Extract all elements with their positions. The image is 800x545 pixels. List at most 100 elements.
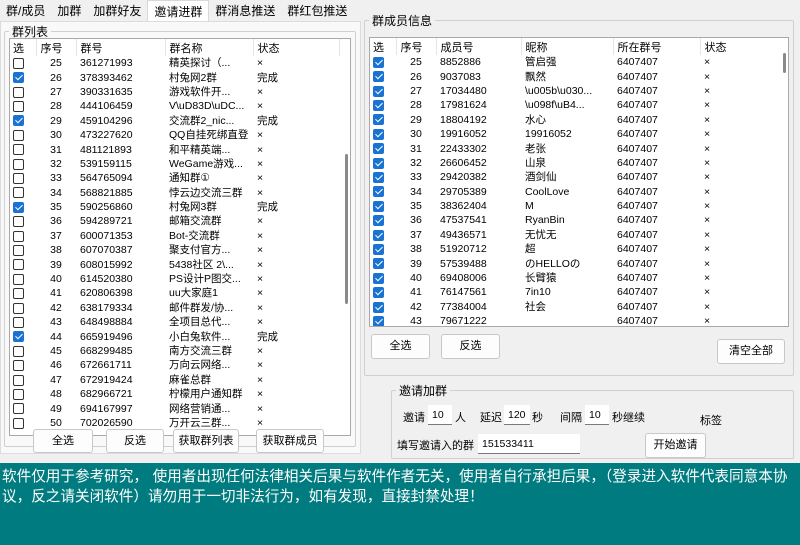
row-checkbox[interactable]: [373, 186, 384, 198]
clear-all-button[interactable]: 清空全部: [717, 339, 785, 364]
row-checkbox[interactable]: [373, 287, 384, 299]
table-row[interactable]: 30 473227620 QQ自挂死绑直登 ×: [10, 128, 339, 142]
row-checkbox[interactable]: [13, 187, 24, 199]
table-row[interactable]: 30 19916052 19916052 6407407 ×: [370, 127, 780, 141]
table-row[interactable]: 26 378393462 村兔网2群 完成: [10, 70, 339, 84]
table-row[interactable]: 48 682966721 柠檬用户通知群 ×: [10, 387, 339, 401]
row-checkbox[interactable]: [13, 374, 24, 386]
table-row[interactable]: 37 49436571 无忧无 6407407 ×: [370, 228, 780, 242]
table-row[interactable]: 27 17034480 \u005b\u030... 6407407 ×: [370, 84, 780, 98]
table-row[interactable]: 25 8852886 管启强 6407407 ×: [370, 55, 780, 69]
group-list-view[interactable]: 选序号 群号 群名称 状态 25 361271993 精英探讨（... × 26 3783934…: [9, 38, 351, 436]
row-checkbox[interactable]: [13, 302, 24, 314]
member-list-view[interactable]: 选序号 成员号 昵称 所在群号 状态 25 8852886 管启强 6407407 × 26 903…: [369, 37, 789, 327]
table-row[interactable]: 41 76147561 7in10 6407407 ×: [370, 285, 780, 299]
interval-input[interactable]: 10: [585, 405, 609, 425]
table-row[interactable]: 46 672661711 万向云网络... ×: [10, 358, 339, 372]
row-checkbox[interactable]: [13, 57, 24, 69]
table-row[interactable]: 31 481121893 和平精英端... ×: [10, 142, 339, 156]
table-row[interactable]: 50 702026590 万开云三群... ×: [10, 416, 339, 430]
invite-count-input[interactable]: 10: [428, 405, 452, 425]
row-checkbox[interactable]: [373, 243, 384, 255]
group_list-column-header[interactable]: 选: [10, 39, 37, 56]
member-list-scroll-thumb[interactable]: [783, 53, 786, 73]
group_list-column-header[interactable]: 群名称: [165, 39, 254, 56]
tab-2[interactable]: 加群好友: [87, 0, 147, 22]
table-row[interactable]: 36 47537541 RyanBin 6407407 ×: [370, 213, 780, 227]
member_list-column-header[interactable]: 成员号: [436, 38, 522, 55]
table-row[interactable]: 29 18804192 水心 6407407 ×: [370, 113, 780, 127]
table-row[interactable]: 27 390331635 游戏软件开... ×: [10, 85, 339, 99]
member_list-column-header[interactable]: 选: [370, 38, 397, 55]
row-checkbox[interactable]: [13, 388, 24, 400]
table-row[interactable]: 35 590256860 村兔网3群 完成: [10, 200, 339, 214]
row-checkbox[interactable]: [373, 272, 384, 284]
row-checkbox[interactable]: [373, 200, 384, 212]
row-checkbox[interactable]: [373, 85, 384, 97]
row-checkbox[interactable]: [373, 157, 384, 169]
row-checkbox[interactable]: [373, 100, 384, 112]
row-checkbox[interactable]: [13, 144, 24, 156]
row-checkbox[interactable]: [13, 273, 24, 285]
table-row[interactable]: 36 594289721 邮箱交流群 ×: [10, 214, 339, 228]
row-checkbox[interactable]: [13, 417, 24, 429]
member_list-column-header[interactable]: 昵称: [521, 38, 614, 55]
row-checkbox[interactable]: [13, 216, 24, 228]
table-row[interactable]: 28 444106459 V\uD83D\uDC... ×: [10, 99, 339, 113]
table-row[interactable]: 43 648498884 全项目总代... ×: [10, 315, 339, 329]
get-group-list-button[interactable]: 获取群列表: [173, 429, 239, 453]
row-checkbox[interactable]: [13, 331, 24, 343]
table-row[interactable]: 45 668299485 南方交流三群 ×: [10, 344, 339, 358]
group_list-column-header[interactable]: 序号: [36, 39, 77, 56]
row-checkbox[interactable]: [13, 288, 24, 300]
row-checkbox[interactable]: [13, 173, 24, 185]
tab-0[interactable]: 群/成员: [0, 0, 51, 22]
table-row[interactable]: 40 69408006 长臂猿 6407407 ×: [370, 271, 780, 285]
group_list-column-header[interactable]: 状态: [253, 39, 340, 56]
table-row[interactable]: 34 568821885 悖云边交流三群 ×: [10, 186, 339, 200]
row-checkbox[interactable]: [373, 315, 384, 326]
table-row[interactable]: 28 17981624 \u098f\uB4... 6407407 ×: [370, 98, 780, 112]
table-row[interactable]: 25 361271993 精英探讨（... ×: [10, 56, 339, 70]
row-checkbox[interactable]: [373, 301, 384, 313]
table-row[interactable]: 42 77384004 社会 6407407 ×: [370, 300, 780, 314]
member_list-column-header[interactable]: 状态: [700, 38, 781, 55]
group-list-scrollbar[interactable]: [341, 39, 350, 435]
member-list-scrollbar[interactable]: [779, 38, 788, 326]
start-invite-button[interactable]: 开始邀请: [645, 433, 706, 458]
table-row[interactable]: 26 9037083 飘然 6407407 ×: [370, 69, 780, 83]
row-checkbox[interactable]: [373, 114, 384, 126]
table-row[interactable]: 31 22433302 老张 6407407 ×: [370, 141, 780, 155]
row-checkbox[interactable]: [13, 115, 24, 127]
table-row[interactable]: 44 665919496 小白兔软件... 完成: [10, 329, 339, 343]
tab-4[interactable]: 群消息推送: [209, 0, 281, 22]
row-checkbox[interactable]: [13, 345, 24, 357]
table-row[interactable]: 32 539159115 WeGame游戏... ×: [10, 157, 339, 171]
row-checkbox[interactable]: [373, 71, 384, 83]
row-checkbox[interactable]: [13, 230, 24, 242]
table-row[interactable]: 29 459104296 交流群2_nic... 完成: [10, 114, 339, 128]
table-row[interactable]: 39 608015992 5438社区 2\... ×: [10, 257, 339, 271]
member_list-column-header[interactable]: 序号: [396, 38, 437, 55]
group_list-column-header[interactable]: 群号: [76, 39, 166, 56]
table-row[interactable]: 41 620806398 uu大家庭1 ×: [10, 286, 339, 300]
row-checkbox[interactable]: [13, 316, 24, 328]
row-checkbox[interactable]: [373, 215, 384, 227]
row-checkbox[interactable]: [373, 172, 384, 184]
tab-1[interactable]: 加群: [51, 0, 87, 22]
table-row[interactable]: 37 600071353 Bot-交流群 ×: [10, 229, 339, 243]
table-row[interactable]: 33 564765094 通知群① ×: [10, 171, 339, 185]
member_list-column-header[interactable]: 所在群号: [613, 38, 701, 55]
row-checkbox[interactable]: [13, 201, 24, 213]
row-checkbox[interactable]: [13, 403, 24, 415]
row-checkbox[interactable]: [373, 56, 384, 68]
table-row[interactable]: 35 38362404 M 6407407 ×: [370, 199, 780, 213]
row-checkbox[interactable]: [373, 229, 384, 241]
table-row[interactable]: 32 26606452 山泉 6407407 ×: [370, 156, 780, 170]
group-list-scroll-thumb[interactable]: [345, 154, 348, 304]
row-checkbox[interactable]: [13, 244, 24, 256]
tab-3[interactable]: 邀请进群: [147, 0, 210, 22]
table-row[interactable]: 49 694167997 网络营销通... ×: [10, 401, 339, 415]
member-invert-button[interactable]: 反选: [441, 334, 500, 359]
table-row[interactable]: 43 79671222 6407407 ×: [370, 314, 780, 326]
